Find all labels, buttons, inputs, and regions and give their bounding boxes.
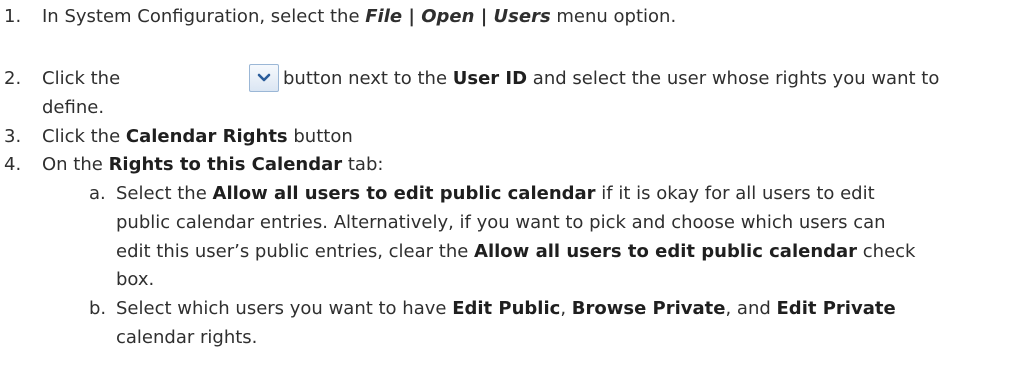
step-1: 1.	[4, 5, 21, 29]
step-2-text-start: Click the	[42, 68, 121, 89]
rights-tab-label: Rights to this Calendar	[108, 154, 343, 175]
step-2-continuation: define.	[42, 97, 105, 118]
step-3-number: 3.	[4, 126, 22, 147]
step-4: 4.	[4, 153, 21, 177]
dropdown-button-image	[249, 64, 279, 92]
substep-b-line-1: Select which users you want to have Edit…	[116, 298, 896, 319]
step-1-number: 1.	[4, 6, 22, 27]
browse-private-label: Browse Private	[571, 298, 726, 319]
step-3: 3.	[4, 125, 21, 149]
chevron-down-icon	[257, 73, 271, 82]
step-4-text: On the Rights to this Calendar tab:	[42, 154, 384, 175]
calendar-rights-label: Calendar Rights	[125, 126, 288, 147]
substep-a-line-1: Select the Allow all users to edit publi…	[116, 183, 875, 204]
substep-b-letter: b.	[89, 298, 107, 319]
step-2-text-end: button next to the User ID and select th…	[283, 68, 940, 89]
step-2: 2.	[4, 67, 21, 91]
substep-a-letter: a.	[89, 183, 106, 204]
allow-all-users-label: Allow all users to edit public calendar	[212, 183, 596, 204]
edit-private-label: Edit Private	[776, 298, 896, 319]
allow-all-users-label-2: Allow all users to edit public calendar	[474, 241, 858, 262]
substep-a-line-4: box.	[116, 269, 155, 290]
user-id-label: User ID	[452, 68, 528, 89]
menu-path: File | Open | Users	[365, 6, 551, 27]
step-2-number: 2.	[4, 68, 22, 89]
step-1-text: In System Configuration, select the File…	[42, 6, 677, 27]
step-4-number: 4.	[4, 154, 22, 175]
substep-a-line-2: public calendar entries. Alternatively, …	[116, 212, 886, 233]
substep-a: a.	[89, 182, 106, 206]
substep-b: b.	[89, 297, 106, 321]
edit-public-label: Edit Public	[452, 298, 561, 319]
substep-a-line-3: edit this user’s public entries, clear t…	[116, 241, 916, 262]
substep-b-line-2: calendar rights.	[116, 327, 258, 348]
step-3-text: Click the Calendar Rights button	[42, 126, 353, 147]
